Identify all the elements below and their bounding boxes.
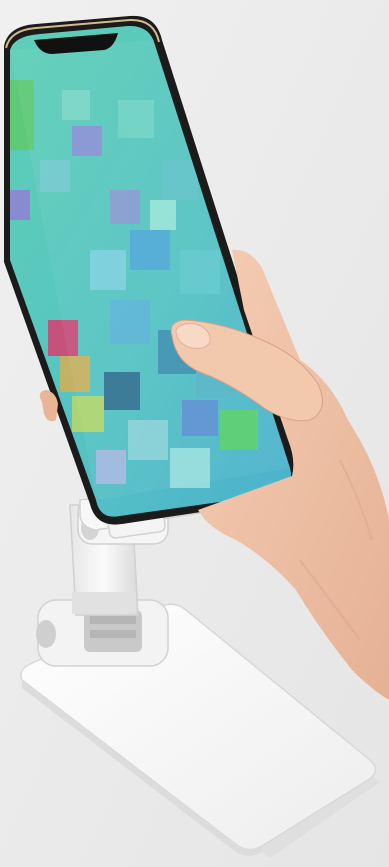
product-photo (0, 0, 389, 867)
photo-illustration (0, 0, 389, 867)
